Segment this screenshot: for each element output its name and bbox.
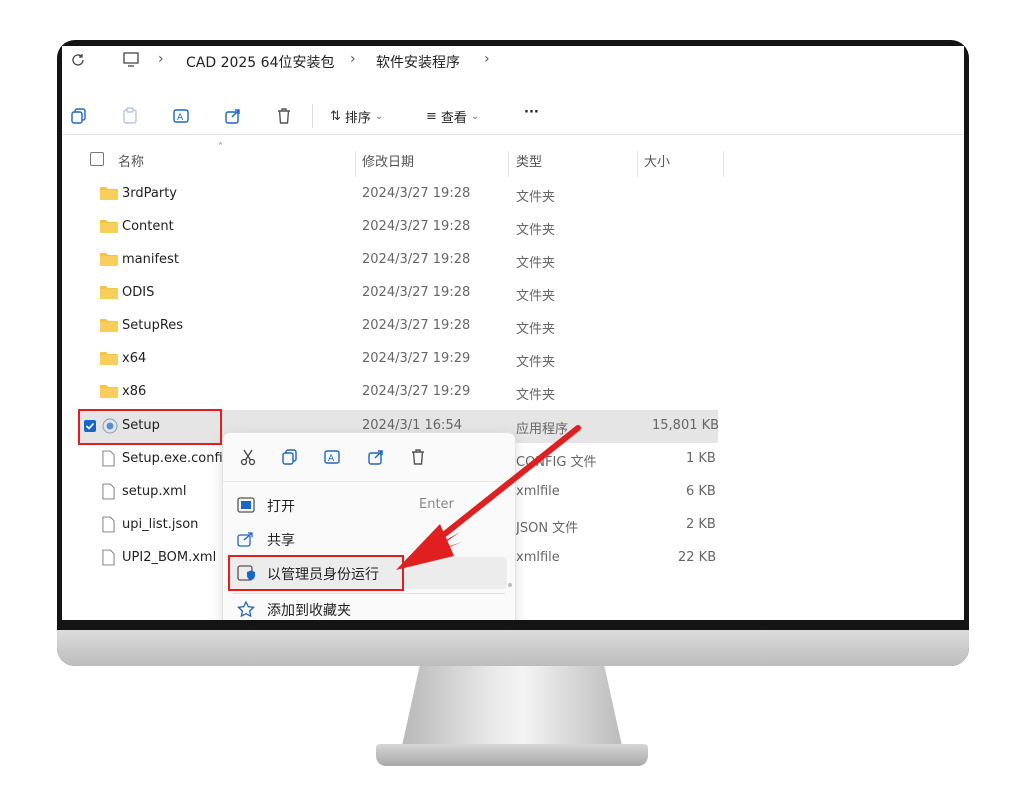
annotation-arrow-icon [396, 425, 581, 570]
monitor-stand-neck [402, 666, 622, 746]
monitor-chin [57, 630, 969, 666]
file-explorer-window: › CAD 2025 64位安装包 › 软件安装程序 › A ⇅ 排序 ⌄ ≡ [62, 46, 964, 620]
monitor-stand-base [376, 744, 648, 766]
